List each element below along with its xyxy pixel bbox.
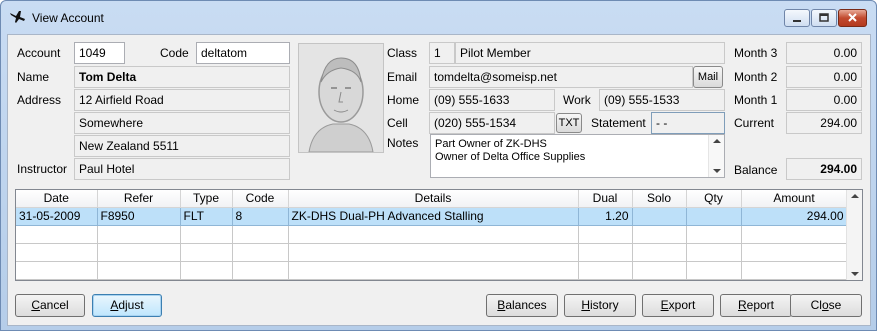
close-window-button[interactable]: [838, 9, 867, 27]
account-label: Account: [17, 46, 61, 60]
code-field[interactable]: deltatom: [196, 42, 290, 64]
notes-line: Owner of Delta Office Supplies: [435, 151, 586, 163]
col-solo-header[interactable]: Solo: [632, 190, 687, 208]
current-label: Current: [734, 116, 775, 130]
balance-label: Balance: [734, 163, 778, 177]
month2-field: 0.00: [786, 66, 862, 88]
cell-type: FLT: [180, 207, 233, 226]
txt-button[interactable]: TXT: [556, 113, 582, 133]
export-button[interactable]: Export: [642, 294, 714, 317]
month3-label: Month 3: [734, 46, 778, 60]
col-refer-header[interactable]: Refer: [97, 190, 181, 208]
account-number-field[interactable]: 1049: [74, 42, 125, 64]
minimize-button[interactable]: [784, 9, 810, 27]
window-title: View Account: [32, 11, 104, 25]
close-icon: [848, 13, 857, 22]
scroll-down-icon: [713, 169, 721, 173]
col-date-header[interactable]: Date: [16, 190, 98, 208]
address-label: Address: [17, 93, 62, 107]
grid-header-row: Date Refer Type Code Details Dual Solo Q…: [16, 190, 848, 208]
transactions-grid[interactable]: Date Refer Type Code Details Dual Solo Q…: [15, 189, 863, 281]
col-dual-header[interactable]: Dual: [578, 190, 633, 208]
cell-phone-field: (020) 555-1534: [429, 112, 555, 134]
scroll-down-icon: [851, 272, 859, 276]
month2-label: Month 2: [734, 70, 778, 84]
maximize-icon: [819, 13, 829, 22]
balances-button[interactable]: Balances: [486, 294, 558, 317]
notes-line: Part Owner of ZK-DHS: [435, 138, 547, 150]
statement-field[interactable]: - -: [651, 112, 725, 134]
instructor-label: Instructor: [17, 162, 68, 176]
cell-details: ZK-DHS Dual-PH Advanced Stalling: [288, 207, 579, 226]
client-area: Account 1049 Code deltatom Name Tom Delt…: [7, 34, 871, 326]
class-label: Class: [387, 46, 418, 60]
scroll-up-icon: [713, 139, 721, 143]
email-label: Email: [387, 70, 418, 84]
cell-solo: [632, 207, 687, 226]
col-code-header[interactable]: Code: [232, 190, 289, 208]
table-row[interactable]: 31-05-2009 F8950 FLT 8 ZK-DHS Dual-PH Ad…: [16, 207, 848, 226]
name-label: Name: [17, 70, 50, 84]
title-bar[interactable]: View Account: [1, 1, 876, 31]
month1-field: 0.00: [786, 89, 862, 111]
address-line-1: 12 Airfield Road: [74, 89, 290, 111]
col-qty-header[interactable]: Qty: [686, 190, 742, 208]
minimize-icon: [793, 20, 801, 22]
current-field: 294.00: [786, 112, 862, 134]
plane-icon: [10, 11, 25, 23]
home-label: Home: [387, 93, 420, 107]
class-number-field: 1: [429, 42, 455, 64]
class-name-field: Pilot Member: [455, 42, 725, 64]
col-amount-header[interactable]: Amount: [741, 190, 848, 208]
address-line-2: Somewhere: [74, 112, 290, 134]
col-type-header[interactable]: Type: [180, 190, 233, 208]
home-phone-field: (09) 555-1633: [429, 89, 555, 111]
adjust-button[interactable]: Adjust: [92, 294, 162, 317]
address-line-3: New Zealand 5511: [74, 135, 290, 157]
cell-dual: 1.20: [578, 207, 633, 226]
cell-code: 8: [232, 207, 289, 226]
month1-label: Month 1: [734, 93, 778, 107]
statement-label: Statement: [591, 116, 646, 130]
month3-field: 0.00: [786, 42, 862, 64]
empty-row[interactable]: [16, 243, 848, 262]
cancel-button[interactable]: Cancel: [15, 294, 85, 317]
work-phone-field: (09) 555-1533: [599, 89, 725, 111]
cell-refer: F8950: [97, 207, 181, 226]
empty-row[interactable]: [16, 261, 848, 280]
cell-label: Cell: [387, 116, 408, 130]
empty-row[interactable]: [16, 225, 848, 244]
notes-box[interactable]: Part Owner of ZK-DHS Owner of Delta Offi…: [430, 134, 725, 178]
cell-amount: 294.00: [741, 207, 848, 226]
maximize-button[interactable]: [811, 9, 837, 27]
scroll-up-icon: [851, 194, 859, 198]
code-label: Code: [160, 46, 189, 60]
mail-button[interactable]: Mail: [693, 66, 723, 88]
view-account-window: View Account Account 1049 Code deltatom …: [0, 0, 877, 331]
instructor-field: Paul Hotel: [74, 158, 290, 180]
cell-date: 31-05-2009: [16, 207, 98, 226]
report-button[interactable]: Report: [720, 294, 792, 317]
balance-field: 294.00: [786, 158, 862, 180]
notes-label: Notes: [387, 136, 419, 150]
history-button[interactable]: History: [564, 294, 636, 317]
col-details-header[interactable]: Details: [288, 190, 579, 208]
notes-scrollbar[interactable]: [708, 135, 724, 177]
transactions-table: Date Refer Type Code Details Dual Solo Q…: [16, 190, 848, 280]
name-field: Tom Delta: [74, 66, 290, 88]
cell-qty: [686, 207, 742, 226]
work-label: Work: [563, 93, 591, 107]
email-field: tomdelta@someisp.net: [429, 66, 693, 88]
close-button[interactable]: Close: [790, 294, 862, 317]
member-photo: [298, 43, 384, 153]
grid-scrollbar[interactable]: [846, 190, 862, 280]
portrait-icon: [308, 57, 374, 153]
